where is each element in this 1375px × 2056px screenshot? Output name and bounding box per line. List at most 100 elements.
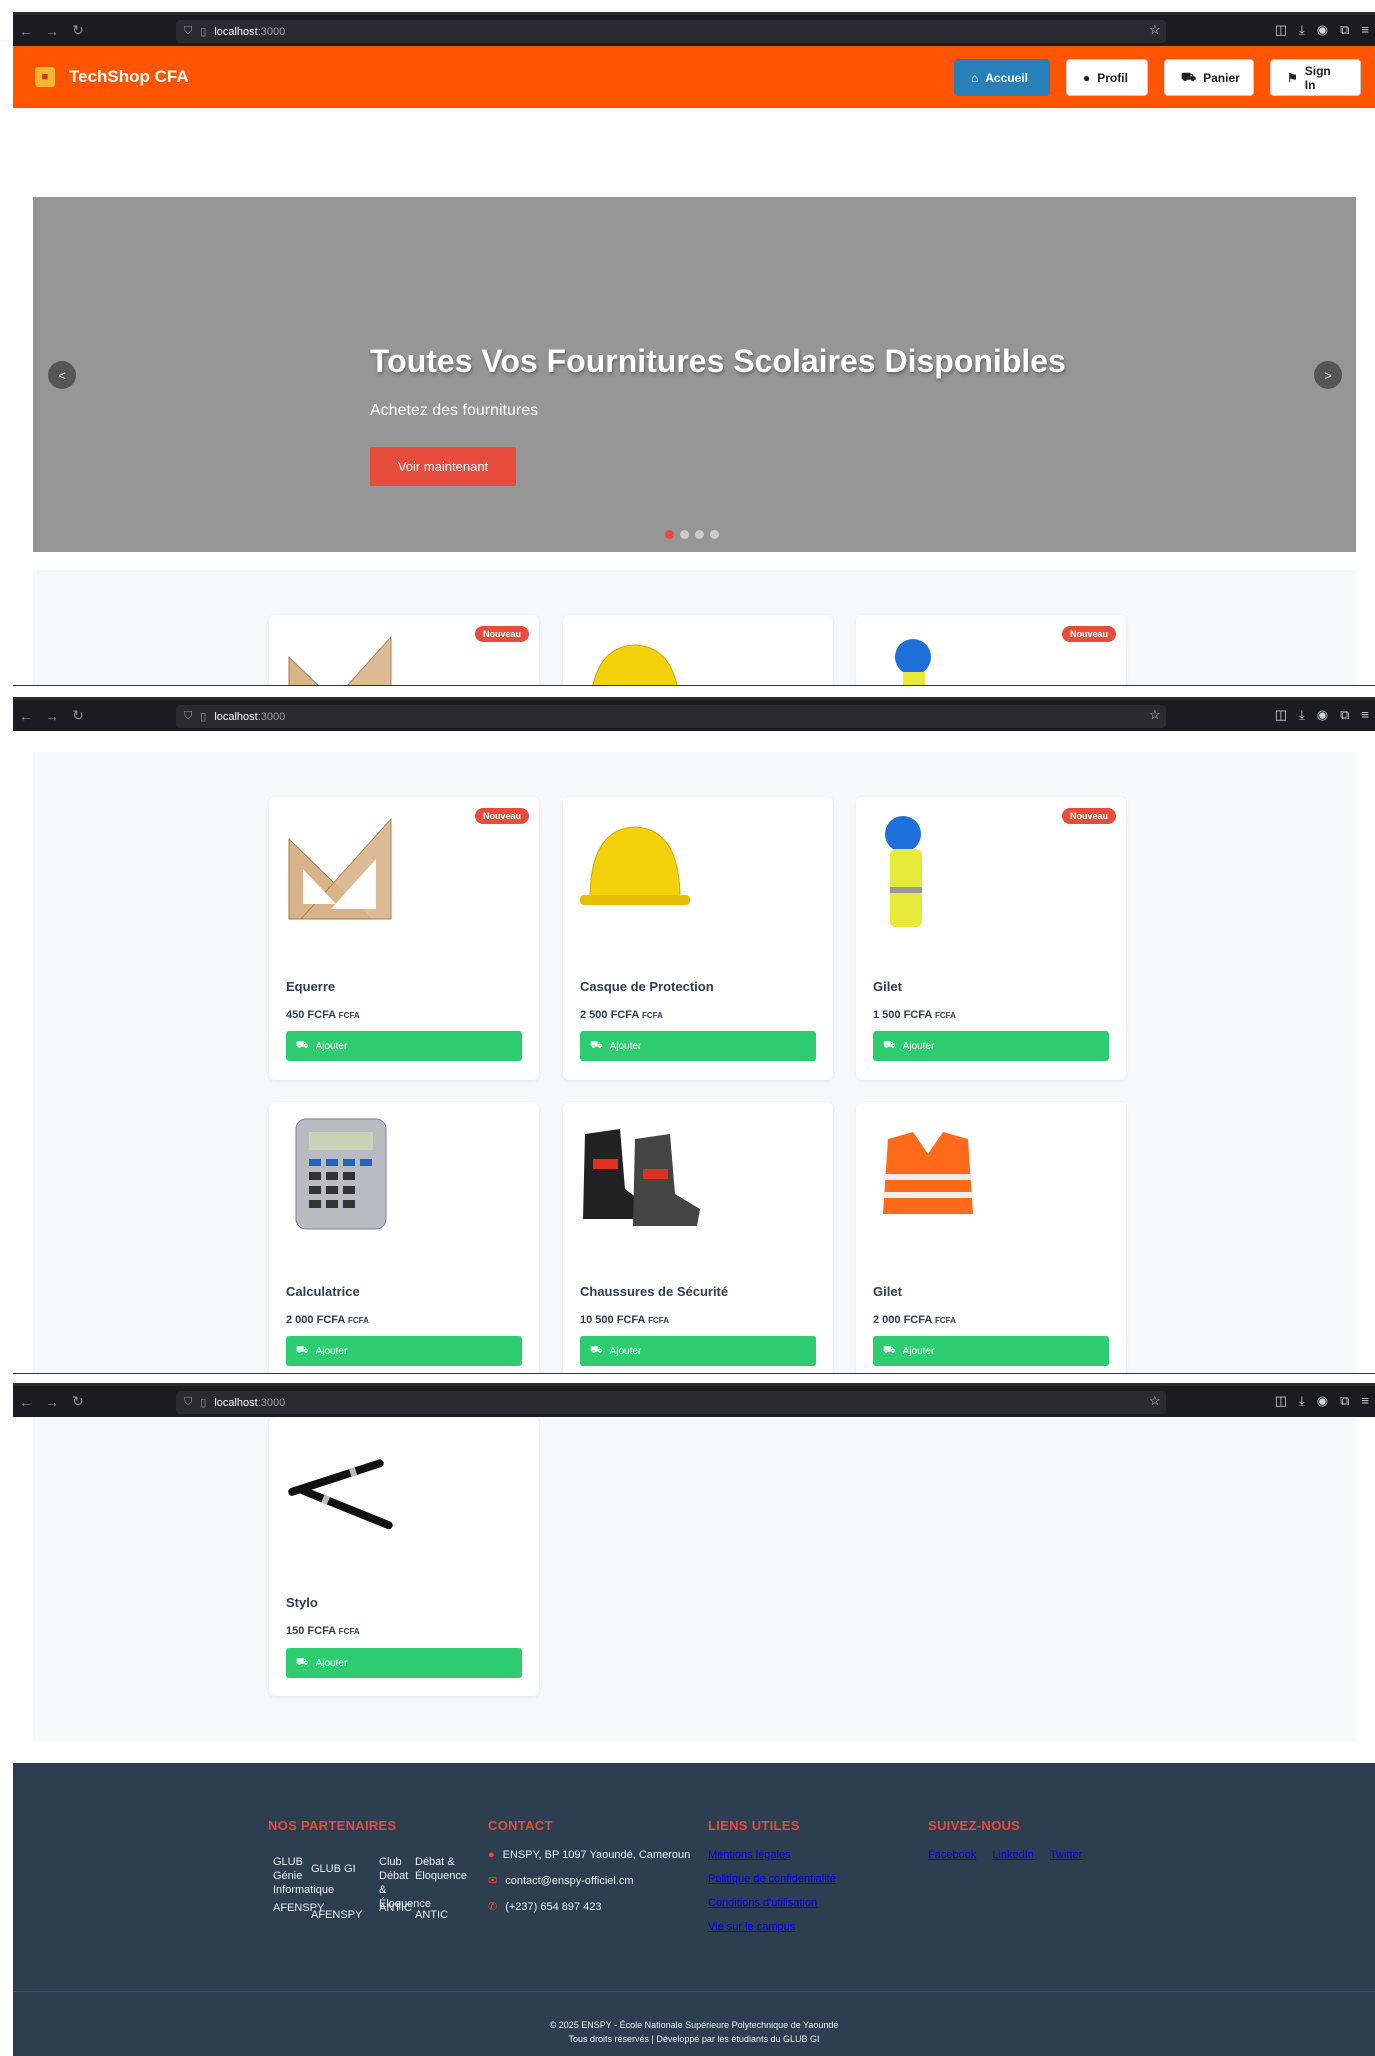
forward-icon[interactable]: → bbox=[39, 23, 65, 39]
link-mentions-legales[interactable]: Mentions légales bbox=[708, 1849, 918, 1861]
carousel-dot[interactable] bbox=[710, 530, 719, 539]
carousel-dot[interactable] bbox=[695, 530, 704, 539]
flag-icon: ⚑ bbox=[1287, 70, 1298, 85]
menu-icon[interactable]: ≡ bbox=[1361, 1393, 1369, 1409]
product-name[interactable]: Stylo bbox=[286, 1595, 318, 1610]
link-linkedin[interactable]: LinkedIn bbox=[992, 1849, 1034, 1861]
nav-profil-button[interactable]: ● Profil bbox=[1066, 59, 1148, 96]
address-bar[interactable]: ⛉ ▯ localhost:3000 bbox=[176, 1391, 1166, 1414]
back-icon[interactable]: ← bbox=[13, 708, 39, 724]
page-icon: ▯ bbox=[200, 26, 207, 38]
product-card: Gilet 2 000 FCFA FCFA ⛟ Ajouter bbox=[856, 1102, 1126, 1373]
add-to-cart-button[interactable]: ⛟ Ajouter bbox=[580, 1336, 816, 1366]
product-price: 2 500 FCFA FCFA bbox=[580, 1009, 663, 1021]
bookmark-star-icon[interactable]: ☆ bbox=[1149, 707, 1161, 723]
product-name[interactable]: Chaussures de Sécurité bbox=[580, 1284, 728, 1299]
link-facebook[interactable]: Facebook bbox=[928, 1849, 976, 1861]
add-to-cart-button[interactable]: ⛟ Ajouter bbox=[286, 1336, 522, 1366]
back-icon[interactable]: ← bbox=[13, 23, 39, 39]
product-price: 2 000 FCFA FCFA bbox=[873, 1314, 956, 1326]
carousel-next-button[interactable]: > bbox=[1314, 361, 1342, 389]
reload-icon[interactable]: ↻ bbox=[65, 1393, 91, 1410]
account-icon[interactable]: ◉ bbox=[1317, 1393, 1328, 1409]
menu-icon[interactable]: ≡ bbox=[1361, 707, 1369, 723]
product-card: Nouveau Equerre 450 FCFA FCFA ⛟ Ajouter bbox=[269, 797, 539, 1080]
download-icon[interactable]: ⤓ bbox=[1299, 707, 1305, 723]
product-price: 10 500 FCFA FCFA bbox=[580, 1314, 669, 1326]
nav-accueil-button[interactable]: ⌂ Accueil bbox=[954, 59, 1050, 96]
boots-image bbox=[583, 1129, 700, 1226]
cart-icon: ⛟ bbox=[883, 1344, 896, 1356]
product-card: Casque de Protection 2 500 FCFA FCFA ⛟ Aj… bbox=[563, 797, 833, 1080]
hero-title: Toutes Vos Fournitures Scolaires Disponi… bbox=[370, 343, 1066, 379]
partner-glub-alt[interactable]: GLUB Génie Informatique bbox=[273, 1855, 334, 1897]
address-bar[interactable]: ⛉ ▯ localhost:3000 bbox=[176, 20, 1166, 43]
set-square-image bbox=[288, 817, 392, 920]
partner-club[interactable]: Débat & Éloquence bbox=[415, 1855, 470, 1883]
new-badge: Nouveau bbox=[474, 626, 529, 642]
forward-icon[interactable]: → bbox=[39, 1394, 65, 1410]
contact-address: ● ENSPY, BP 1097 Yaoundé, Cameroun bbox=[488, 1849, 691, 1861]
partner-afenspy[interactable]: AFENSPY bbox=[311, 1908, 362, 1922]
link-politique-confidentialite[interactable]: Politique de confidentialité bbox=[708, 1873, 918, 1885]
product-card: Nouveau bbox=[856, 615, 1126, 685]
browser-toolbar: ← → ↻ ⛉ ▯ localhost:3000 ☆ ◫ ⤓ ◉ ⧉ ≡ bbox=[13, 12, 1375, 46]
hero-cta-button[interactable]: Voir maintenant bbox=[370, 447, 516, 486]
partner-antic-alt[interactable]: ANTIC bbox=[379, 1901, 412, 1915]
account-icon[interactable]: ◉ bbox=[1317, 707, 1328, 723]
product-name[interactable]: Calculatrice bbox=[286, 1284, 360, 1299]
footer-heading: SUIVEZ-NOUS bbox=[928, 1818, 1021, 1833]
product-card: Calculatrice 2 000 FCFA FCFA ⛟ Ajouter bbox=[269, 1102, 539, 1373]
link-conditions-utilisation[interactable]: Conditions d'utilisation bbox=[708, 1897, 918, 1909]
product-name[interactable]: Casque de Protection bbox=[580, 979, 714, 994]
carousel-dot[interactable] bbox=[680, 530, 689, 539]
map-pin-icon: ● bbox=[488, 1849, 495, 1861]
extensions-icon[interactable]: ⧉ bbox=[1340, 707, 1349, 723]
bookmark-star-icon[interactable]: ☆ bbox=[1149, 22, 1161, 38]
product-name[interactable]: Equerre bbox=[286, 979, 335, 994]
cart-icon: ⛟ bbox=[590, 1344, 603, 1356]
account-icon[interactable]: ◉ bbox=[1317, 22, 1328, 38]
extensions-icon[interactable]: ⧉ bbox=[1340, 1393, 1349, 1409]
nav-signin-button[interactable]: ⚑ Sign In bbox=[1270, 59, 1361, 96]
extensions-icon[interactable]: ⧉ bbox=[1340, 22, 1349, 38]
add-to-cart-button[interactable]: ⛟ Ajouter bbox=[873, 1031, 1109, 1061]
product-price: 150 FCFA FCFA bbox=[286, 1625, 360, 1637]
footer-heading: CONTACT bbox=[488, 1818, 553, 1833]
cart-icon: ⛟ bbox=[590, 1039, 603, 1051]
download-icon[interactable]: ⤓ bbox=[1299, 22, 1305, 38]
back-icon[interactable]: ← bbox=[13, 1394, 39, 1410]
home-icon: ⌂ bbox=[971, 70, 979, 85]
forward-icon[interactable]: → bbox=[39, 708, 65, 724]
partner-glub[interactable]: GLUB GI bbox=[311, 1862, 356, 1876]
nav-panier-button[interactable]: ⛟ Panier bbox=[1164, 59, 1254, 96]
brand-name[interactable]: TechShop CFA bbox=[69, 67, 189, 87]
carousel-dots bbox=[665, 530, 719, 539]
add-to-cart-button[interactable]: ⛟ Ajouter bbox=[286, 1648, 522, 1678]
partner-antic[interactable]: ANTIC bbox=[415, 1908, 448, 1922]
products-section: Nouveau Nouveau bbox=[33, 570, 1356, 685]
download-icon[interactable]: ⤓ bbox=[1299, 1393, 1305, 1409]
carousel-dot[interactable] bbox=[665, 530, 674, 539]
set-square-image bbox=[288, 635, 392, 685]
contact-phone[interactable]: ✆ (+237) 654 897 423 bbox=[488, 1900, 698, 1914]
contact-email[interactable]: ✉ contact@enspy-officiel.cm bbox=[488, 1874, 698, 1888]
link-vie-campus[interactable]: Vie sur le campus bbox=[708, 1921, 918, 1933]
pocket-icon[interactable]: ◫ bbox=[1275, 22, 1287, 38]
reload-icon[interactable]: ↻ bbox=[65, 22, 91, 39]
pocket-icon[interactable]: ◫ bbox=[1275, 1393, 1287, 1409]
add-to-cart-button[interactable]: ⛟ Ajouter bbox=[580, 1031, 816, 1061]
pocket-icon[interactable]: ◫ bbox=[1275, 707, 1287, 723]
bookmark-star-icon[interactable]: ☆ bbox=[1149, 1393, 1161, 1409]
add-to-cart-button[interactable]: ⛟ Ajouter bbox=[873, 1336, 1109, 1366]
address-bar[interactable]: ⛉ ▯ localhost:3000 bbox=[176, 705, 1166, 728]
reload-icon[interactable]: ↻ bbox=[65, 707, 91, 724]
link-twitter[interactable]: Twitter bbox=[1050, 1849, 1082, 1861]
add-to-cart-button[interactable]: ⛟ Ajouter bbox=[286, 1031, 522, 1061]
product-name[interactable]: Gilet bbox=[873, 1284, 902, 1299]
menu-icon[interactable]: ≡ bbox=[1361, 22, 1369, 38]
product-name[interactable]: Gilet bbox=[873, 979, 902, 994]
cart-icon: ⛟ bbox=[296, 1344, 309, 1356]
browser-toolbar: ← → ↻ ⛉ ▯ localhost:3000 ☆ ◫ ⤓ ◉ ⧉ ≡ bbox=[13, 1383, 1375, 1417]
carousel-prev-button[interactable]: < bbox=[48, 361, 76, 389]
